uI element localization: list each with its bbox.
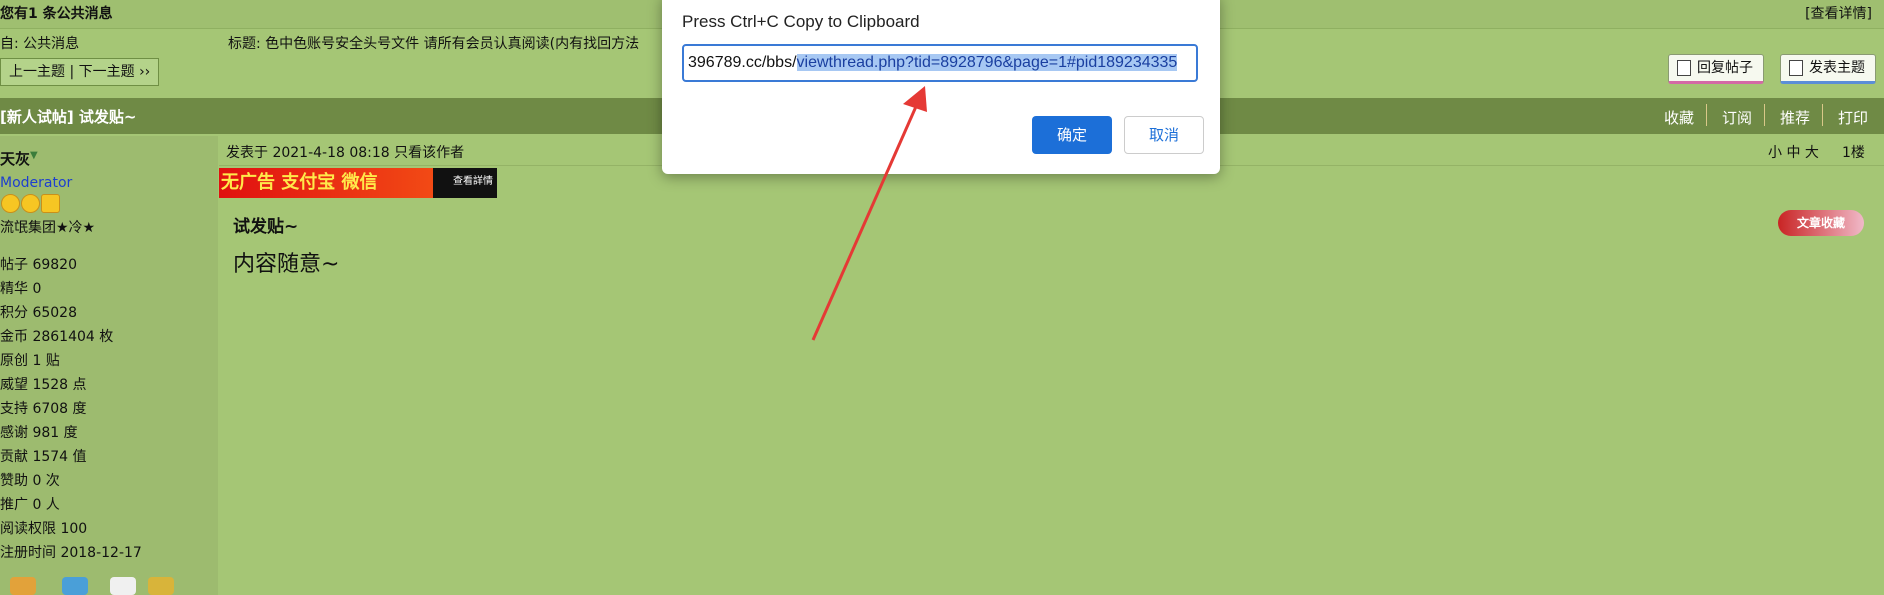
separator	[1822, 104, 1823, 126]
ad-text: 无广告 支付宝 微信	[219, 168, 433, 198]
notice-subject[interactable]: 标题: 色中色账号安全头号文件 请所有会员认真阅读(内有找回方法	[228, 33, 668, 53]
notice-title: 您有1 条公共消息	[0, 6, 113, 22]
rank-icons	[0, 194, 60, 214]
stat-support: 支持 6708 度	[0, 401, 87, 417]
collect-article-button[interactable]: 文章收藏	[1778, 210, 1864, 236]
thread-title: [新人试帖] 试发贴~	[0, 108, 137, 126]
subscribe-link[interactable]: 订阅	[1722, 107, 1752, 128]
sun-icon	[1, 194, 20, 213]
star-icon	[41, 194, 60, 213]
user-group[interactable]: Moderator	[0, 175, 72, 191]
ad-view-details: 查看詳情	[453, 176, 493, 187]
url-prefix: 396789.cc/bbs/	[688, 54, 797, 71]
reply-button[interactable]: 回复帖子	[1668, 54, 1764, 84]
stat-register-date: 注册时间 2018-12-17	[0, 545, 142, 561]
post-area	[219, 136, 1884, 595]
medal-icon	[110, 577, 136, 595]
url-field[interactable]: 396789.cc/bbs/viewthread.php?tid=8928796…	[682, 44, 1198, 82]
url-selected-text: viewthread.php?tid=8928796&page=1#pid189…	[796, 54, 1178, 71]
stat-promotion: 推广 0 人	[0, 497, 60, 513]
stat-points: 积分 65028	[0, 305, 77, 321]
medal-icon	[10, 577, 36, 595]
new-topic-label: 发表主题	[1809, 60, 1865, 76]
stat-posts: 帖子 69820	[0, 257, 77, 273]
separator	[1764, 104, 1765, 126]
favorite-link[interactable]: 收藏	[1664, 107, 1694, 128]
floor-number[interactable]: 1楼	[1842, 142, 1865, 162]
user-team: 流氓集团★冷★	[0, 220, 96, 236]
ad-banner[interactable]: 无广告 支付宝 微信 查看詳情	[219, 168, 497, 198]
reply-label: 回复帖子	[1697, 60, 1753, 76]
username[interactable]: 天灰	[0, 148, 30, 169]
print-link[interactable]: 打印	[1838, 107, 1868, 128]
stat-thanks: 感谢 981 度	[0, 425, 78, 441]
stat-read-permission: 阅读权限 100	[0, 521, 88, 537]
post-date[interactable]: 发表于 2021-4-18 08:18 只看该作者	[226, 142, 464, 162]
recommend-link[interactable]: 推荐	[1780, 107, 1810, 128]
notice-from: 自: 公共消息	[0, 36, 80, 52]
stat-original: 原创 1 贴	[0, 353, 60, 369]
stat-contribution: 贡献 1574 值	[0, 449, 87, 465]
post-heading: 试发贴~	[233, 217, 299, 237]
stat-digest: 精华 0	[0, 281, 42, 297]
font-size-switch[interactable]: 小 中 大	[1768, 142, 1819, 162]
document-icon	[1789, 60, 1803, 76]
dialog-title: Press Ctrl+C Copy to Clipboard	[682, 12, 920, 31]
medal-icon	[62, 577, 88, 595]
reply-icon	[1677, 60, 1691, 76]
new-topic-button[interactable]: 发表主题	[1780, 54, 1876, 84]
separator	[1706, 104, 1707, 126]
cancel-button[interactable]: 取消	[1124, 116, 1204, 154]
stat-gold: 金币 2861404 枚	[0, 329, 114, 345]
confirm-button[interactable]: 确定	[1032, 116, 1112, 154]
stat-prestige: 威望 1528 点	[0, 377, 87, 393]
prev-next-thread-button[interactable]: 上一主题 | 下一主题 ››	[0, 58, 160, 86]
view-details-link[interactable]: [查看详情]	[1805, 3, 1872, 23]
moon-icon	[21, 194, 40, 213]
post-body: 内容随意~	[233, 252, 340, 277]
medal-icon	[148, 577, 174, 595]
stat-sponsor: 赞助 0 次	[0, 473, 60, 489]
copy-dialog: Press Ctrl+C Copy to Clipboard 396789.cc…	[662, 0, 1220, 174]
caret-down-icon[interactable]: ▼	[30, 150, 38, 161]
medal-row	[10, 577, 180, 595]
